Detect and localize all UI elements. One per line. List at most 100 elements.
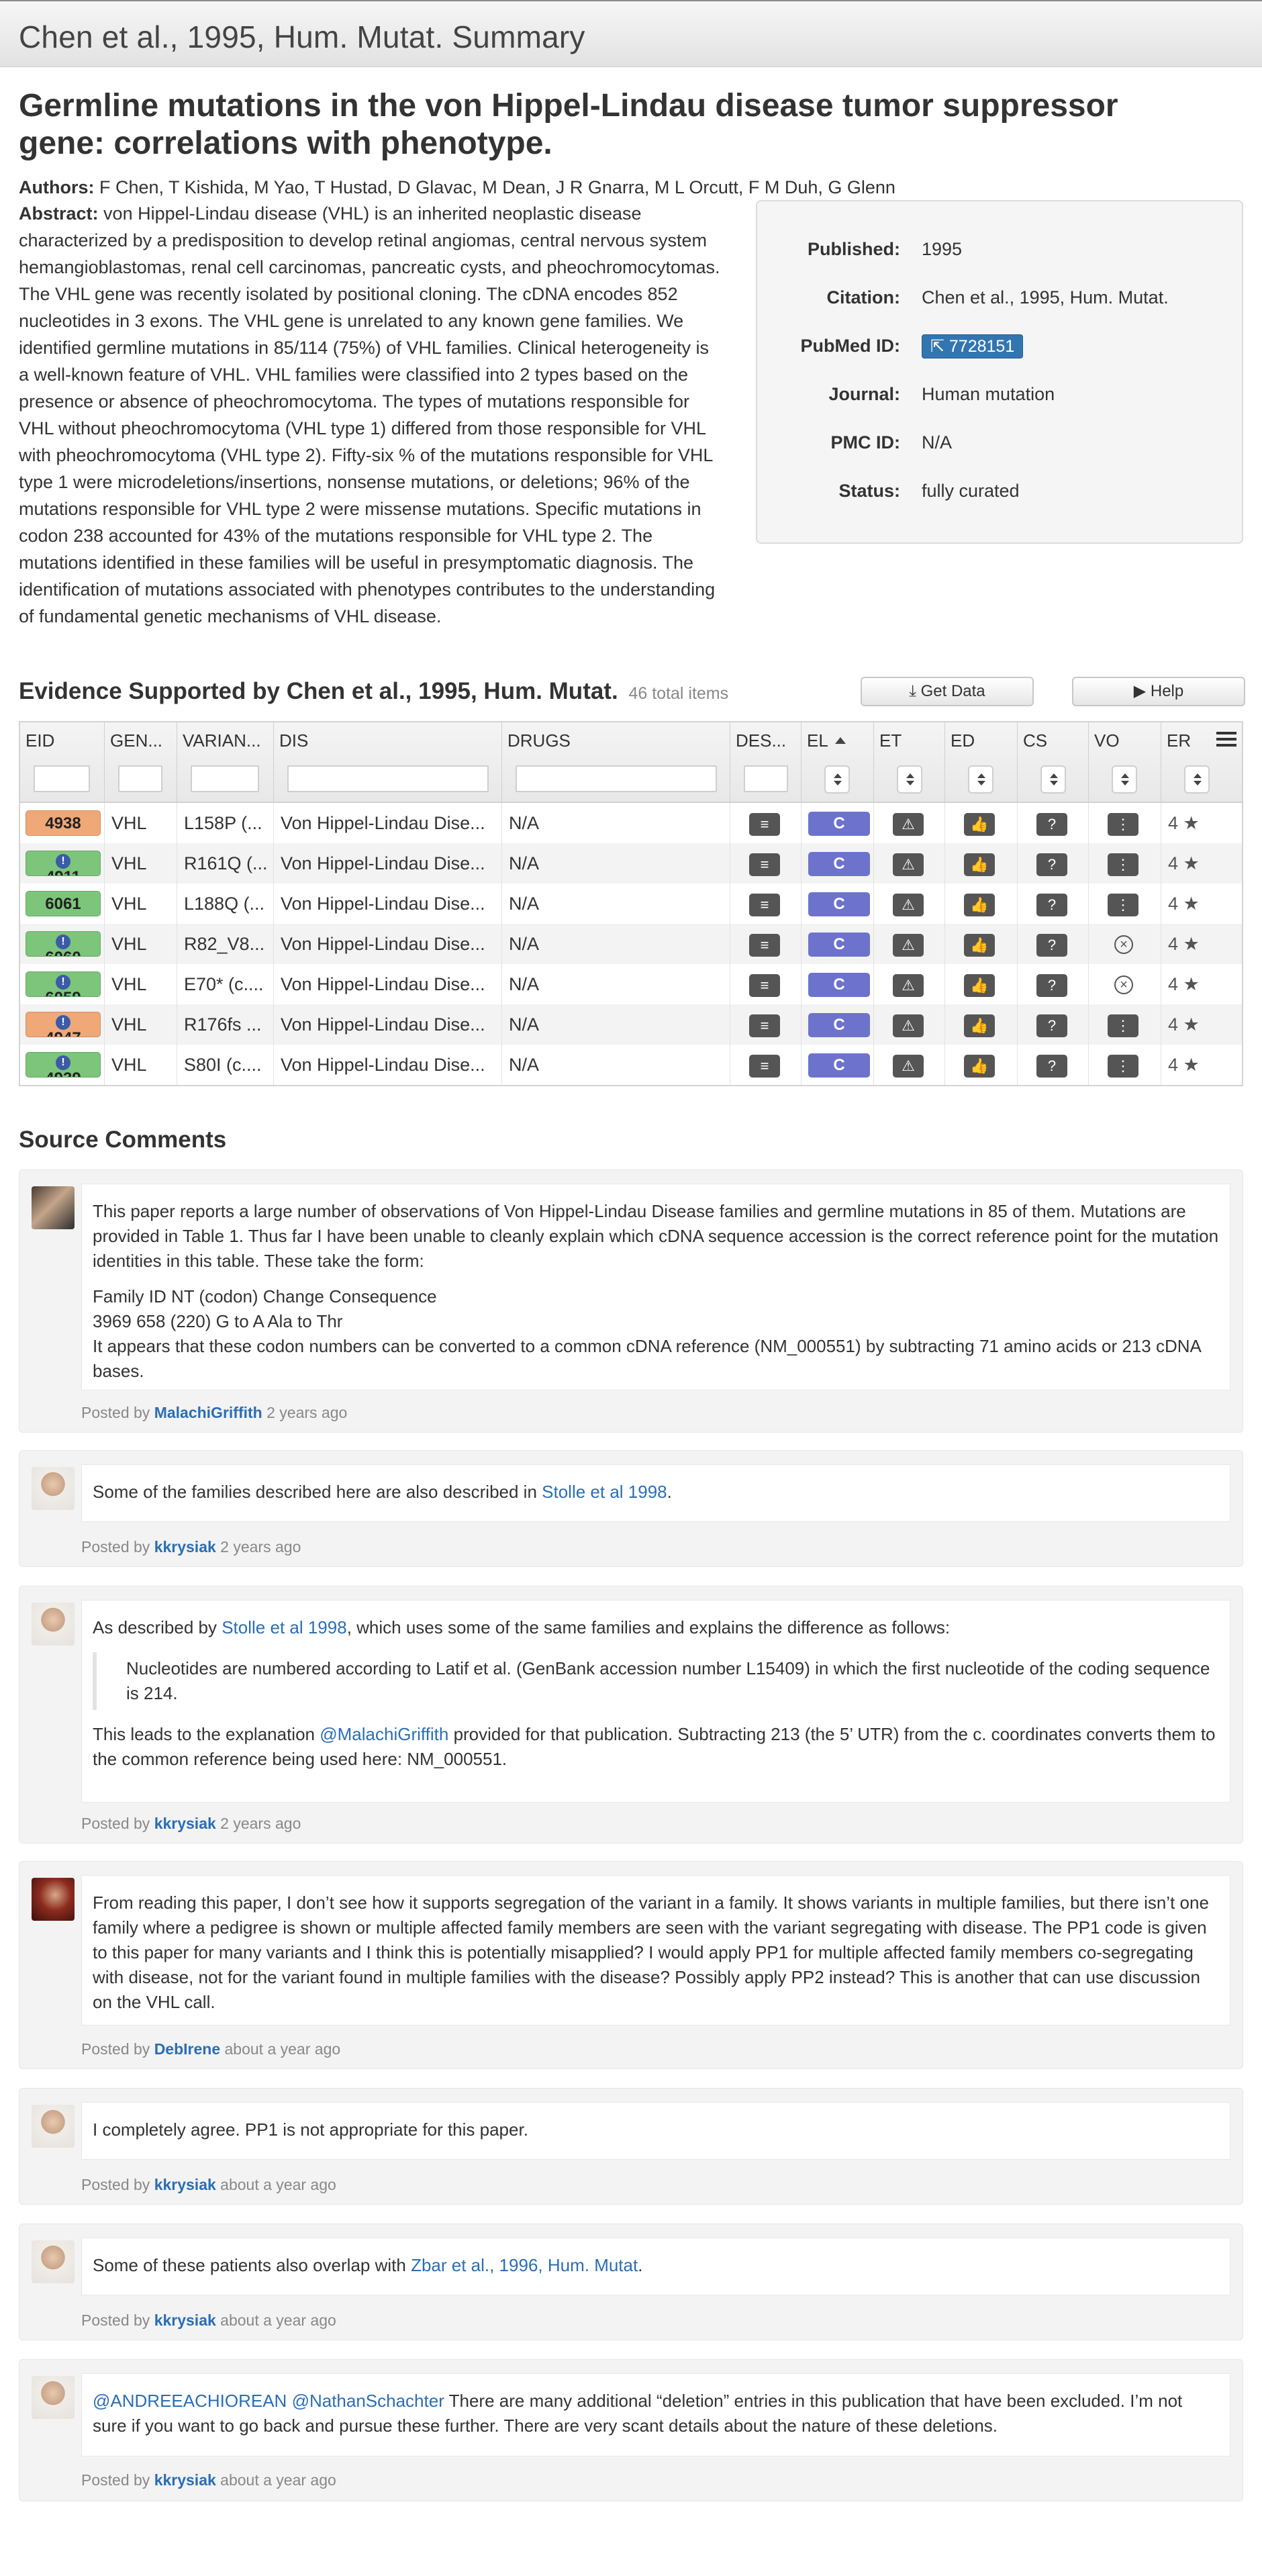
status-value: fully curated [922, 481, 1020, 501]
rating-number: 4 [1168, 853, 1179, 873]
cs-cell: ? [1018, 884, 1089, 924]
gene-filter-input[interactable] [118, 765, 162, 792]
er-cell: 4 ★ [1161, 1045, 1242, 1085]
avatar[interactable] [32, 1186, 75, 1229]
gene-cell: VHL [105, 924, 177, 964]
avatar[interactable] [32, 1603, 75, 1645]
disease-filter-input[interactable] [287, 765, 489, 792]
eid-filter-input[interactable] [34, 765, 90, 792]
comment-body: @ANDREEACHIOREAN @NathanSchachter There … [81, 2373, 1230, 2456]
description-icon[interactable]: ≡ [749, 894, 780, 916]
comment-author-link[interactable]: kkrysiak [154, 2311, 216, 2329]
eid-badge[interactable]: !4947 [26, 1012, 101, 1037]
cs-cell: ? [1018, 924, 1089, 964]
comment-text: As described by Stolle et al 1998, which… [93, 1615, 1219, 1640]
get-data-button[interactable]: ⤓ Get Data [861, 677, 1034, 706]
table-row[interactable]: !4939 VHL S80I (c.... Von Hippel-Lindau … [20, 1045, 1242, 1085]
comment-author-link[interactable]: kkrysiak [154, 2471, 216, 2489]
evidence-grid: EID GEN... VARIAN... DIS DRUGS DES... EL… [19, 721, 1243, 1086]
user-mention-link[interactable]: @MalachiGriffith [320, 1724, 448, 1744]
description-icon[interactable]: ≡ [749, 1014, 780, 1037]
comment-text-part: This leads to the explanation [93, 1724, 315, 1744]
col-el-label: EL [807, 730, 846, 751]
citation-link[interactable]: Stolle et al 1998 [542, 1482, 667, 1502]
rating-number: 4 [1168, 974, 1179, 994]
avatar[interactable] [32, 1878, 75, 1921]
cs-filter-select[interactable] [1040, 765, 1066, 794]
description-icon[interactable]: ≡ [749, 934, 780, 957]
eid-badge[interactable]: !4911 [26, 851, 101, 876]
user-mention-link[interactable]: @ANDREEACHIOREAN [93, 2391, 287, 2411]
external-link-icon: ⇱ [930, 337, 949, 356]
description-cell: ≡ [730, 803, 802, 843]
et-filter-select[interactable] [897, 765, 922, 794]
thumbs-up-icon: 👍 [964, 934, 995, 957]
col-er[interactable]: ER [1161, 722, 1242, 803]
authors: Authors: F Chen, T Kishida, M Yao, T Hus… [19, 175, 1243, 200]
description-icon[interactable]: ≡ [749, 1055, 780, 1078]
avatar[interactable] [32, 2376, 75, 2419]
col-cs[interactable]: CS [1018, 722, 1089, 803]
ed-cell: 👍 [945, 843, 1018, 884]
eid-badge[interactable]: 4938 [26, 810, 101, 836]
el-cell: C [802, 1045, 874, 1085]
evidence-level-badge: C [808, 852, 870, 876]
col-disease[interactable]: DIS [274, 722, 502, 803]
user-mention-link[interactable]: @NathanSchachter [292, 2391, 444, 2411]
table-row[interactable]: 4938 VHL L158P (... Von Hippel-Lindau Di… [20, 803, 1242, 843]
col-gene[interactable]: GEN... [105, 722, 177, 803]
variant-filter-input[interactable] [191, 765, 259, 792]
avatar[interactable] [32, 2240, 75, 2283]
ed-filter-select[interactable] [968, 765, 993, 794]
description-icon[interactable]: ≡ [749, 974, 780, 997]
er-filter-select[interactable] [1184, 765, 1210, 794]
description-cell: ≡ [730, 1004, 802, 1045]
eid-badge[interactable]: !4939 [26, 1052, 101, 1078]
comment-author-link[interactable]: MalachiGriffith [154, 1404, 262, 1421]
comment-author-link[interactable]: kkrysiak [154, 2176, 216, 2193]
eid-badge[interactable]: !6060 [26, 931, 101, 957]
table-row[interactable]: !6059 VHL E70* (c.... Von Hippel-Lindau … [20, 964, 1242, 1004]
grid-menu-icon[interactable] [1216, 732, 1236, 750]
sort-asc-icon [834, 737, 846, 744]
col-el[interactable]: EL [802, 722, 874, 803]
table-row[interactable]: 6061 VHL L188Q (... Von Hippel-Lindau Di… [20, 884, 1242, 924]
col-description-label: DES... [736, 730, 787, 751]
col-variant[interactable]: VARIAN... [177, 722, 274, 803]
eid-badge[interactable]: !6059 [26, 971, 101, 997]
abstract-label: Abstract: [19, 203, 99, 224]
er-cell: 4 ★ [1161, 884, 1242, 924]
eid-badge[interactable]: 6061 [26, 891, 101, 916]
col-drugs[interactable]: DRUGS [502, 722, 730, 803]
rating-value: 4 ★ [1168, 803, 1200, 843]
abstract-text: von Hippel-Lindau disease (VHL) is an in… [19, 203, 720, 626]
col-eid[interactable]: EID [20, 722, 105, 803]
avatar[interactable] [32, 2105, 75, 2148]
pubmed-link-button[interactable]: ⇱ 7728151 [922, 334, 1024, 359]
citation-link[interactable]: Stolle et al 1998 [222, 1617, 346, 1637]
col-et[interactable]: ET [874, 722, 945, 803]
warning-icon: ⚠ [893, 1055, 924, 1078]
comment-author-link[interactable]: kkrysiak [154, 1538, 216, 1556]
help-button[interactable]: ▶ Help [1072, 677, 1245, 706]
description-icon[interactable]: ≡ [749, 853, 780, 876]
comment-author-link[interactable]: DebIrene [154, 2040, 220, 2058]
avatar[interactable] [32, 1467, 75, 1510]
col-ed[interactable]: ED [945, 722, 1018, 803]
drugs-filter-input[interactable] [516, 765, 717, 792]
table-row[interactable]: !6060 VHL R82_V8... Von Hippel-Lindau Di… [20, 924, 1242, 964]
col-vo[interactable]: VO [1089, 722, 1161, 803]
vo-filter-select[interactable] [1112, 765, 1137, 794]
col-description[interactable]: DES... [730, 722, 802, 803]
ed-cell: 👍 [945, 1045, 1018, 1085]
citation-link[interactable]: Zbar et al., 1996, Hum. Mutat [411, 2255, 638, 2275]
description-filter-input[interactable] [744, 765, 788, 792]
el-filter-select[interactable] [824, 765, 850, 794]
table-row[interactable]: !4947 VHL R176fs ... Von Hippel-Lindau D… [20, 1004, 1242, 1045]
vo-cell: × [1089, 964, 1161, 1004]
table-row[interactable]: !4911 VHL R161Q (... Von Hippel-Lindau D… [20, 843, 1242, 884]
col-drugs-label: DRUGS [507, 730, 571, 751]
comment-meta: Posted by kkrysiak about a year ago [81, 2176, 336, 2194]
comment-author-link[interactable]: kkrysiak [154, 1815, 216, 1832]
description-icon[interactable]: ≡ [749, 813, 780, 836]
